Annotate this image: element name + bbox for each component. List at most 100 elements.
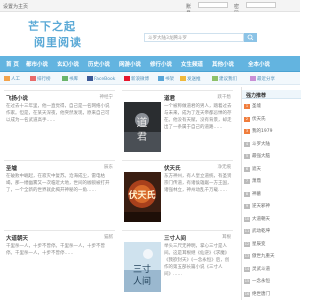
nav-urban[interactable]: 都市小说 (26, 60, 48, 68)
recommend-item-title: 斗罗大陆 (252, 141, 270, 147)
book-cover[interactable]: 三寸 人间 (124, 242, 161, 292)
nav-cultivation[interactable]: 修行小说 (150, 60, 172, 68)
site-logo[interactable]: 芒下之起 阅里阅读 (28, 18, 88, 52)
quick-link-library[interactable]: 书库 (62, 76, 78, 82)
book-desc: 东方神州，有人皇立道统，有圣贤宗门传道，有诸侯雄踞一方王国，诸强林立，神州动乱千… (164, 174, 232, 193)
search-button[interactable] (244, 33, 257, 42)
quick-link-facebook[interactable]: FaceBook (87, 76, 115, 82)
search-input[interactable]: 斗罗大陆3龙腾斗罗 (144, 33, 244, 42)
book-title[interactable]: 道君 (164, 94, 175, 102)
recommend-item-title: 圣墟 (252, 104, 261, 109)
book-author[interactable]: 净无痕 (218, 164, 232, 170)
recommend-item[interactable]: 16 绝世唐门 (244, 291, 270, 297)
book-desc: 一个被称做道君的男人，踏着过去与未来，成为了连天帝都忌惮的存在。他没有天赋，没有… (164, 104, 232, 130)
quick-link-share[interactable]: 最近分享 (250, 76, 275, 82)
recommend-item[interactable]: 14 灵武斗道 (244, 266, 270, 272)
book-author[interactable]: 猫腻 (104, 234, 113, 240)
header: 芒下之起 阅里阅读 斗罗大陆3龙腾斗罗 (0, 12, 300, 56)
rank-number: 4 (244, 141, 250, 147)
recommend-item[interactable]: 8 神墓 (244, 191, 261, 197)
nav-complete[interactable]: 全本小说 (248, 60, 270, 68)
weibo-icon (124, 76, 130, 81)
book-card[interactable]: 伏天氏 伏天氏 净无痕 东方神州，有人皇立道统，有圣贤宗门传道，有诸侯雄踞一方王… (122, 160, 233, 222)
rank-number: 15 (244, 279, 250, 284)
quick-link-people[interactable]: 人工 (4, 76, 20, 82)
recommend-item[interactable]: 7 萧鼎 (244, 178, 261, 184)
cover-sancun-image: 三寸 人间 (124, 242, 161, 292)
book-author[interactable]: 耳根 (222, 234, 231, 240)
quick-link-ranking[interactable]: 排行榜 (30, 76, 51, 82)
quick-link-suggest[interactable]: 建议我们 (212, 76, 237, 82)
book-cover[interactable]: 伏天氏 (124, 172, 161, 222)
book-title[interactable]: 大道朝天 (6, 234, 28, 242)
set-homepage-link[interactable]: 设置为主页 (3, 3, 28, 10)
book-card[interactable]: 大道朝天 猫腻 千里杀一人，十步不曾停。千里杀一人，十步不曾停。千里杀一人，十步… (4, 230, 115, 290)
svg-text:道: 道 (137, 115, 148, 129)
recommend-item[interactable]: 9 逆天邪神 (244, 203, 270, 209)
account-input[interactable] (198, 2, 228, 8)
search-icon (247, 34, 254, 41)
logo-line1: 芒下之起 (28, 20, 76, 33)
recommend-item[interactable]: 2 伏天氏 (244, 116, 266, 122)
ranking-icon (30, 76, 36, 81)
recommend-item-title: 星辰变 (252, 241, 266, 247)
rank-number: 7 (244, 179, 250, 184)
book-desc: 举头三尺无神明，掌心三寸是人间。这是耳根继《仙逆》《求魔》《我欲封天》《一念永恒… (164, 244, 230, 277)
recommend-item[interactable]: 1 圣墟 (244, 103, 261, 109)
people-icon (4, 76, 10, 81)
quick-link-weibo[interactable]: 新浪微博 (124, 76, 149, 82)
recommend-item-title: 大道朝天 (252, 216, 270, 222)
logo-line2: 阅里阅读 (34, 36, 82, 49)
recommend-item-title: 神墓 (252, 191, 261, 197)
book-title[interactable]: 圣墟 (6, 164, 17, 172)
password-input[interactable] (246, 2, 276, 8)
nav-home[interactable]: 首 页 (6, 60, 19, 68)
library-icon (62, 76, 68, 81)
nav-fantasy[interactable]: 玄幻小说 (57, 60, 79, 68)
nav-game[interactable]: 网游小说 (119, 60, 141, 68)
recommend-item[interactable]: 11 武动乾坤 (244, 228, 270, 234)
nav-history[interactable]: 历史小说 (88, 60, 110, 68)
recommend-title: 强力推荐 (246, 93, 267, 99)
rank-number: 5 (244, 154, 250, 159)
book-author[interactable]: 神经宁 (100, 94, 114, 100)
book-author[interactable]: 跃千愁 (218, 94, 232, 100)
nav-female[interactable]: 女生频道 (181, 60, 203, 68)
quick-link-label: FaceBook (94, 77, 116, 82)
book-card[interactable]: 道 君 道君 跃千愁 一个被称做道君的男人，踏着过去与未来，成为了连天帝都忌惮的… (122, 90, 233, 152)
recommend-item[interactable]: 12 星辰变 (244, 241, 266, 247)
recommend-item-title: 一念永恒 (252, 279, 270, 284)
book-card[interactable]: 三寸 人间 三寸人间 耳根 举头三尺无神明，掌心三寸是人间。这是耳根继《仙逆》《… (122, 230, 233, 292)
book-card[interactable]: 圣墟 辰东 在破败中崛起，在寂灭中复苏。沧海成尘，雷电枯竭，那一缕幽雾又一次临近… (4, 160, 115, 220)
svg-text:人间: 人间 (133, 275, 151, 287)
bookshelf-icon (158, 76, 164, 81)
recommend-item-title: 傲世九重天 (252, 254, 275, 259)
quick-link-send[interactable]: 发送推 (180, 76, 201, 82)
quick-link-bookshelf[interactable]: 书架 (158, 76, 174, 82)
book-title[interactable]: 伏天氏 (164, 164, 181, 172)
rank-number: 2 (244, 116, 250, 122)
recommend-item[interactable]: 5 最强大脑 (244, 153, 270, 159)
recommend-item[interactable]: 3 我的1979 (244, 128, 272, 134)
book-title[interactable]: 飞扬小说 (6, 94, 28, 102)
book-desc: 在过去十三年里，他一直觉得，自己是一名网络小说作家。但是，在某天深夜，他突然发现… (6, 104, 110, 123)
rank-number: 13 (244, 254, 250, 259)
recommend-item-title: 灵武斗道 (252, 266, 270, 272)
nav-other[interactable]: 其他小说 (212, 60, 234, 68)
quick-link-label: 人工 (11, 77, 20, 82)
recommend-item[interactable]: 13 傲世九重天 (244, 253, 275, 259)
recommend-item[interactable]: 15 一念永恒 (244, 278, 270, 284)
book-author[interactable]: 辰东 (104, 164, 113, 170)
quick-links-bar: 人工 排行榜 书库 FaceBook 新浪微博 书架 发送推 建议我们 最近分享 (0, 72, 300, 85)
recommend-item[interactable]: 4 斗罗大陆 (244, 141, 270, 147)
rank-number: 16 (244, 291, 250, 297)
book-cover[interactable]: 道 君 (124, 102, 161, 152)
recommend-item-title: 遮天 (252, 166, 261, 172)
recommend-item[interactable]: 10 大道朝天 (244, 216, 270, 222)
recommend-item[interactable]: 6 遮天 (244, 166, 261, 172)
quick-link-label: 书架 (165, 77, 174, 82)
book-title[interactable]: 三寸人间 (164, 234, 186, 242)
send-icon (180, 76, 186, 81)
book-desc: 在破败中崛起，在寂灭中复苏。沧海成尘，雷电枯竭，那一缕幽雾又一次临近大地，世间的… (6, 174, 110, 193)
book-card[interactable]: 飞扬小说 神经宁 在过去十三年里，他一直觉得，自己是一名网络小说作家。但是，在某… (4, 90, 115, 150)
